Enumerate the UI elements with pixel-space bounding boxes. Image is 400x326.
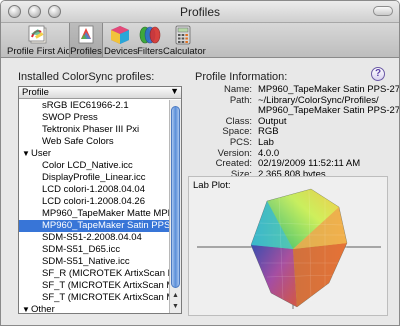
- profile-info-fields: Name: MP960_TapeMaker Satin PPS-270.icc Pa…: [188, 84, 399, 181]
- list-item-label: Tektronix Phaser III Pxi: [42, 124, 140, 135]
- toolbar-devices[interactable]: Devices: [104, 23, 138, 57]
- toolbar-filters[interactable]: Filters: [137, 23, 163, 57]
- list-item-label: MP960_TapeMaker Satin PPS-270: [42, 220, 169, 231]
- lab-plot-panel: Lab Plot:: [188, 176, 388, 316]
- list-item-label: Other: [31, 304, 55, 313]
- devices-icon: [111, 26, 129, 44]
- list-group-row[interactable]: ▼ Other: [19, 304, 169, 313]
- toolbar-profile-first-aid[interactable]: Profile First Aid: [7, 23, 71, 57]
- column-header-label: Profile: [22, 87, 49, 98]
- list-item-label: SDM-S51_Native.icc: [42, 256, 130, 267]
- help-button[interactable]: ?: [371, 67, 385, 81]
- list-item[interactable]: SDM-S51_Native.icc: [19, 256, 169, 268]
- list-item[interactable]: MP960_TapeMaker Matte MPP-21: [19, 208, 169, 220]
- profiles-window: Profiles Profile First Aid Profiles Devi…: [0, 0, 400, 326]
- calculator-icon: [175, 25, 191, 45]
- list-item[interactable]: SF_R (MICROTEK ArtixScan M1): [19, 268, 169, 280]
- profile-column-header[interactable]: Profile ▼: [19, 86, 181, 99]
- list-item-label: DisplayProfile_Linear.icc: [42, 172, 146, 183]
- profile-rows: sRGB IEC61966-2.1 SWOP Press Tektronix Pha…: [19, 100, 169, 313]
- profiles-icon: [78, 25, 94, 44]
- info-key: PCS:: [229, 137, 252, 148]
- list-item[interactable]: SDM-S51-2.2008.04.04: [19, 232, 169, 244]
- list-group-row[interactable]: ▼ User: [19, 148, 169, 160]
- list-item[interactable]: DisplayProfile_Linear.icc: [19, 172, 169, 184]
- list-item[interactable]: SF_T (MICROTEK ArtixScan M1): [19, 292, 169, 304]
- scroll-down-arrow-icon[interactable]: ▼: [170, 302, 181, 312]
- list-item[interactable]: SWOP Press: [19, 112, 169, 124]
- toolbar-label: Profiles: [70, 46, 102, 57]
- sort-arrow-icon: ▼: [170, 86, 179, 96]
- disclosure-expanded-icon[interactable]: ▼: [22, 148, 30, 160]
- list-scrollbar[interactable]: ▲ ▼: [169, 100, 181, 313]
- list-item[interactable]: Web Safe Colors: [19, 136, 169, 148]
- list-item-label: SDM-S51_D65.icc: [42, 244, 121, 255]
- window-title: Profiles: [179, 5, 220, 19]
- list-item-label: Web Safe Colors: [42, 136, 114, 147]
- list-item-label: SF_R (MICROTEK ArtixScan M1): [42, 268, 169, 279]
- toolbar-label: Filters: [137, 46, 163, 57]
- installed-profiles-label: Installed ColorSync profiles:: [18, 71, 155, 83]
- scroll-up-arrow-icon[interactable]: ▲: [170, 291, 181, 301]
- title-bar: Profiles: [1, 1, 399, 23]
- list-item[interactable]: Tektronix Phaser III Pxi: [19, 124, 169, 136]
- list-item-label: SF_T (MICROTEK ArtixScan M1): [42, 292, 169, 303]
- toolbar-label: Profile First Aid: [7, 46, 71, 57]
- scrollbar-thumb[interactable]: [171, 106, 180, 288]
- lab-plot-graphic: [197, 188, 381, 309]
- list-item-label: MP960_TapeMaker Matte MPP-21: [42, 208, 169, 219]
- list-item-label: LCD colori-1.2008.04.26: [42, 196, 145, 207]
- list-item[interactable]: LCD colori-1.2008.04.26: [19, 196, 169, 208]
- list-item-label: Color LCD_Native.icc: [42, 160, 133, 171]
- list-item[interactable]: Color LCD_Native.icc: [19, 160, 169, 172]
- list-item-label: User: [31, 148, 52, 159]
- info-value: Lab: [258, 137, 274, 148]
- toolbar: Profile First Aid Profiles Devices Filte…: [1, 23, 399, 58]
- info-key: Path:: [229, 94, 252, 106]
- list-item[interactable]: SDM-S51_D65.icc: [19, 244, 169, 256]
- profile-information-label: Profile Information:: [195, 71, 288, 83]
- disclosure-expanded-icon[interactable]: ▼: [22, 304, 30, 313]
- list-item[interactable]: SF_T (MICROTEK ArtixScan M1): [19, 280, 169, 292]
- filters-icon: [139, 26, 161, 44]
- toolbar-profiles[interactable]: Profiles: [69, 23, 103, 57]
- list-item-label: SDM-S51-2.2008.04.04: [42, 232, 142, 243]
- list-item-label: SWOP Press: [42, 112, 98, 123]
- toolbar-calculator[interactable]: Calculator: [163, 23, 206, 57]
- list-item-label: SF_T (MICROTEK ArtixScan M1): [42, 280, 169, 291]
- toolbar-label: Calculator: [163, 46, 206, 57]
- profiles-list[interactable]: Profile ▼ sRGB IEC61966-2.1 SWOP Press Tek…: [18, 86, 182, 314]
- info-key: Name:: [224, 84, 252, 95]
- list-item[interactable]: LCD colori-1.2008.04.04: [19, 184, 169, 196]
- list-item-label: sRGB IEC61966-2.1: [42, 100, 129, 111]
- info-value: MP960_TapeMaker Satin PPS-270.icc: [258, 84, 400, 95]
- first-aid-icon: [28, 25, 47, 44]
- list-item[interactable]: sRGB IEC61966-2.1: [19, 100, 169, 112]
- list-item[interactable]: MP960_TapeMaker Satin PPS-270: [19, 220, 169, 232]
- list-item-label: LCD colori-1.2008.04.04: [42, 184, 145, 195]
- toolbar-toggle-button[interactable]: [373, 6, 393, 16]
- toolbar-label: Devices: [104, 46, 138, 57]
